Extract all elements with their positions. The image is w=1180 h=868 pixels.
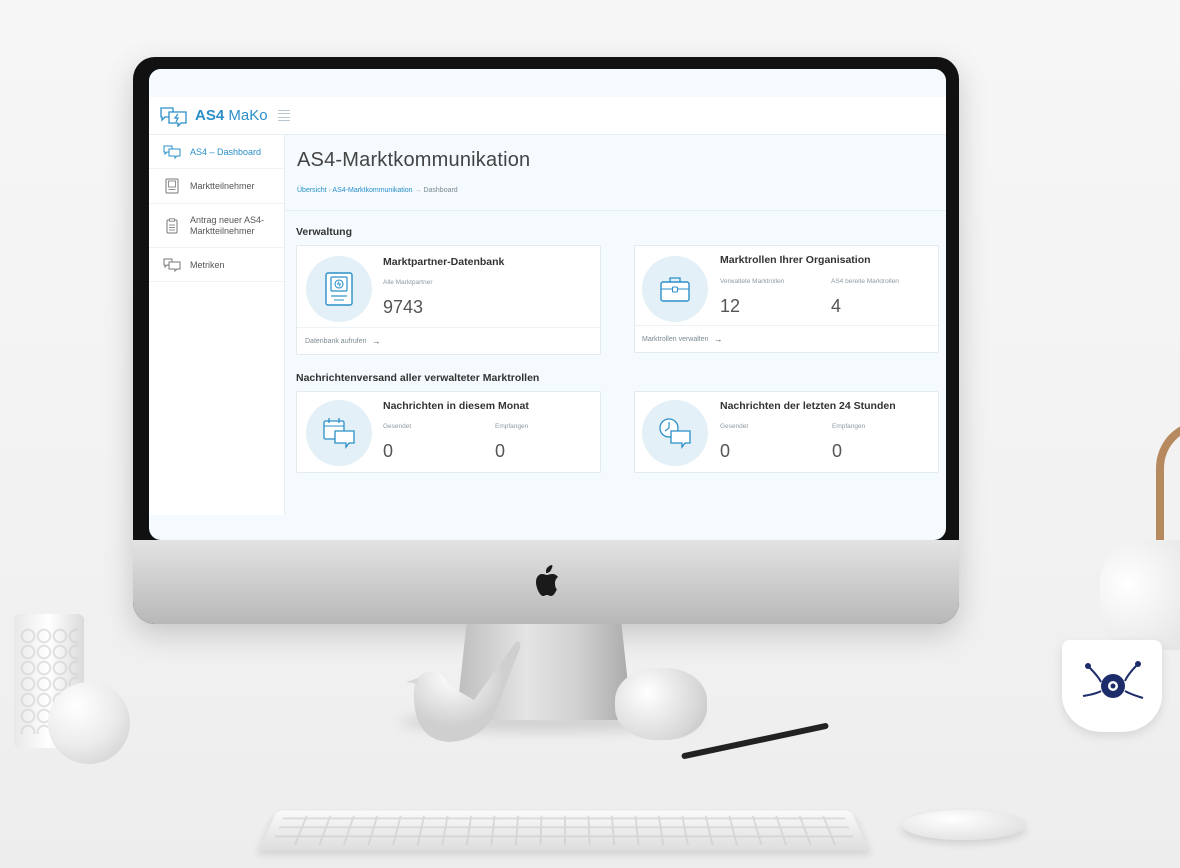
top-strip	[149, 69, 946, 97]
section-title-nachrichten: Nachrichtenversand aller verwalteter Mar…	[296, 372, 540, 384]
app-logo[interactable]: AS4 MaKo	[159, 105, 268, 127]
stat-value: 0	[832, 441, 843, 461]
card-title: Marktrollen Ihrer Organisation	[720, 254, 871, 266]
page-title: AS4-Marktkommunikation	[297, 149, 531, 171]
stat-value: 4	[831, 296, 842, 316]
app-header: AS4 MaKo	[149, 97, 946, 135]
decor-paper-ball	[615, 668, 707, 740]
stat-label: Verwaltete Marktrollen	[720, 278, 785, 285]
decor-pencil	[681, 722, 829, 760]
stat-value: 12	[720, 296, 741, 316]
stat-label: AS4 bereite Marktrollen	[831, 278, 899, 285]
decor-flower-pattern	[1082, 661, 1144, 699]
card-icon-circle	[642, 400, 708, 466]
card-marktpartner-datenbank: Marktpartner-Datenbank Alle Marktpartner…	[296, 245, 601, 355]
clipboard-icon	[163, 217, 181, 235]
sidebar-item-label: Marktteilnehmer	[190, 181, 255, 191]
card-icon-circle	[306, 400, 372, 466]
sidebar-item-label: AS4 – Dashboard	[190, 146, 262, 157]
main-content: AS4-Marktkommunikation Übersicht › AS4-M…	[284, 135, 946, 540]
briefcase-icon	[660, 277, 690, 302]
decor-teapot	[1100, 540, 1180, 650]
sidebar-item-antrag[interactable]: Antrag neuer AS4- Marktteilnehmer	[149, 204, 284, 248]
card-title: Marktpartner-Datenbank	[383, 256, 505, 268]
chat-bubbles-icon	[163, 143, 181, 161]
arrow-right-icon: →	[713, 334, 723, 344]
chat-bubbles-icon	[163, 256, 181, 274]
decor-bird	[406, 641, 521, 742]
sidebar-item-metriken[interactable]: Metriken	[149, 248, 284, 282]
stat-value: 9743	[383, 297, 424, 317]
card-nachrichten-24h: Nachrichten der letzten 24 Stunden Gesen…	[634, 391, 939, 473]
breadcrumb: Übersicht › AS4-Marktkommunikation → Das…	[297, 187, 458, 194]
stat-label: Gesendet	[720, 423, 749, 430]
breadcrumb-current: Dashboard	[423, 187, 458, 194]
stat-value: 0	[495, 441, 506, 461]
stat-value: 0	[720, 441, 731, 461]
breadcrumb-link-marktkommunikation[interactable]: AS4-Marktkommunikation	[332, 187, 412, 194]
sidebar-item-label: Metriken	[190, 259, 225, 270]
card-title: Nachrichten der letzten 24 Stunden	[720, 400, 896, 412]
clock-chat-icon	[659, 418, 691, 449]
stat-label: Empfangen	[832, 423, 866, 430]
marktrollen-verwalten-link[interactable]: Marktrollen verwalten →	[635, 325, 938, 352]
card-nachrichten-monat: Nachrichten in diesem Monat Gesendet 0 E…	[296, 391, 601, 473]
stat-label: Gesendet	[383, 423, 412, 430]
decor-mouse	[902, 810, 1026, 840]
calendar-chat-icon	[323, 418, 355, 449]
datenbank-aufrufen-link[interactable]: Datenbank aufrufen →	[297, 327, 600, 354]
logo-chat-icon	[160, 106, 187, 127]
card-icon-circle	[306, 256, 372, 322]
decor-sphere	[48, 682, 130, 764]
card-title: Nachrichten in diesem Monat	[383, 400, 529, 412]
app-title: AS4 MaKo	[195, 107, 268, 124]
app-screen: AS4 MaKo AS4 – Dashboard Marktteilnehmer…	[149, 69, 946, 540]
arrow-right-icon: →	[371, 336, 381, 346]
header-divider	[284, 210, 946, 211]
stat-label: Empfangen	[495, 423, 529, 430]
sidebar-item-marktteilnehmer[interactable]: Marktteilnehmer	[149, 169, 284, 204]
sidebar: AS4 – Dashboard Marktteilnehmer Antrag n…	[149, 135, 285, 515]
decor-keyboard	[258, 810, 870, 851]
card-marktrollen: Marktrollen Ihrer Organisation Verwaltet…	[634, 245, 939, 353]
stat-label: Alle Marktpartner	[383, 279, 433, 286]
apple-logo-icon	[536, 565, 558, 596]
section-title-verwaltung: Verwaltung	[296, 226, 353, 238]
sidebar-item-label: Antrag neuer AS4- Marktteilnehmer	[190, 214, 265, 236]
id-card-icon	[325, 272, 353, 306]
sidebar-item-dashboard[interactable]: AS4 – Dashboard	[149, 135, 284, 169]
card-icon-circle	[642, 256, 708, 322]
menu-toggle-button[interactable]	[277, 110, 290, 121]
breadcrumb-link-uebersicht[interactable]: Übersicht	[297, 187, 327, 194]
id-card-icon	[163, 177, 181, 195]
stat-value: 0	[383, 441, 394, 461]
